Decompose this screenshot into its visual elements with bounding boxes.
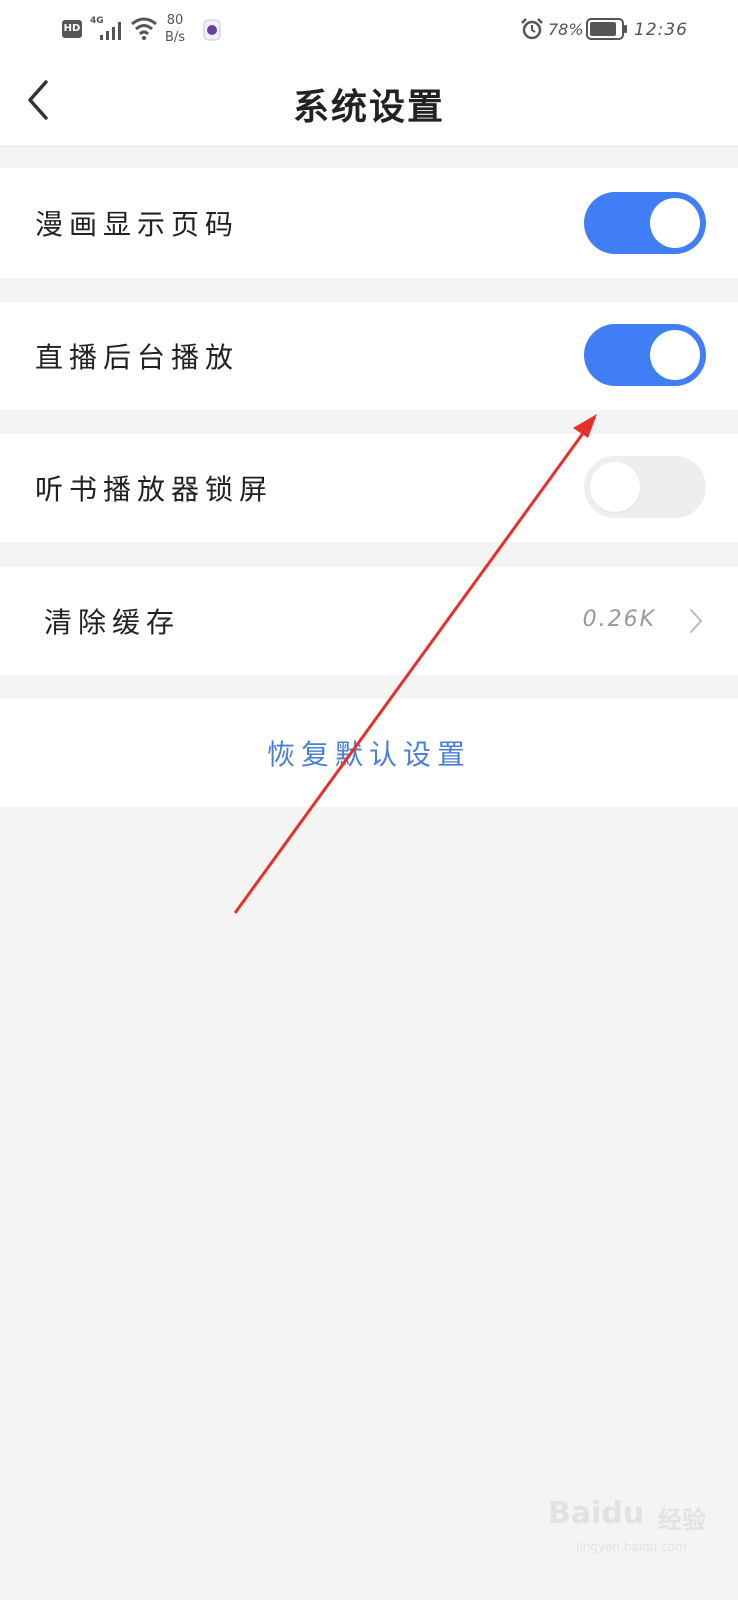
clear-cache-label: 清除缓存 bbox=[44, 606, 181, 639]
alarm-icon bbox=[521, 18, 543, 40]
hd-icon: HD bbox=[62, 20, 82, 38]
watermark-cn: 经验 bbox=[658, 1506, 706, 1534]
setting-label: 直播后台播放 bbox=[35, 341, 240, 374]
setting-row-comic-page-number: 漫画显示页码 bbox=[0, 168, 738, 278]
battery-percent: 78% bbox=[548, 20, 584, 39]
comic-page-number-toggle[interactable] bbox=[584, 192, 706, 254]
setting-row-live-background-play: 直播后台播放 bbox=[0, 302, 738, 410]
status-bar: HD 4G 80 B/s 78% 12:36 bbox=[0, 0, 738, 60]
clear-cache-row[interactable]: 清除缓存 0.26K bbox=[0, 567, 738, 675]
cache-size: 0.26K bbox=[582, 607, 656, 632]
toggle-knob bbox=[590, 462, 640, 512]
network-speed: 80 B/s bbox=[165, 13, 186, 45]
page-title: 系统设置 bbox=[292, 86, 445, 128]
toggle-knob bbox=[650, 330, 700, 380]
nav-bar: 系统设置 bbox=[0, 60, 738, 147]
battery-icon bbox=[586, 18, 627, 40]
signal-icon bbox=[100, 22, 121, 40]
reset-row: 恢复默认设置 bbox=[0, 699, 738, 807]
reset-defaults-button[interactable]: 恢复默认设置 bbox=[0, 733, 738, 773]
chevron-right-icon bbox=[690, 609, 703, 633]
app-notification-icon bbox=[203, 19, 221, 41]
clock: 12:36 bbox=[634, 20, 688, 40]
setting-label: 听书播放器锁屏 bbox=[35, 473, 274, 506]
watermark-brand: Baidu bbox=[548, 1496, 645, 1531]
audiobook-lockscreen-toggle[interactable] bbox=[584, 456, 706, 518]
wifi-icon bbox=[131, 17, 157, 40]
setting-label: 漫画显示页码 bbox=[35, 208, 240, 241]
watermark: Baidu 经验 jingyan.baidu.com bbox=[548, 1488, 718, 1568]
watermark-url: jingyan.baidu.com bbox=[576, 1540, 687, 1554]
toggle-knob bbox=[650, 198, 700, 248]
setting-row-audiobook-lockscreen: 听书播放器锁屏 bbox=[0, 434, 738, 542]
live-background-play-toggle[interactable] bbox=[584, 324, 706, 386]
